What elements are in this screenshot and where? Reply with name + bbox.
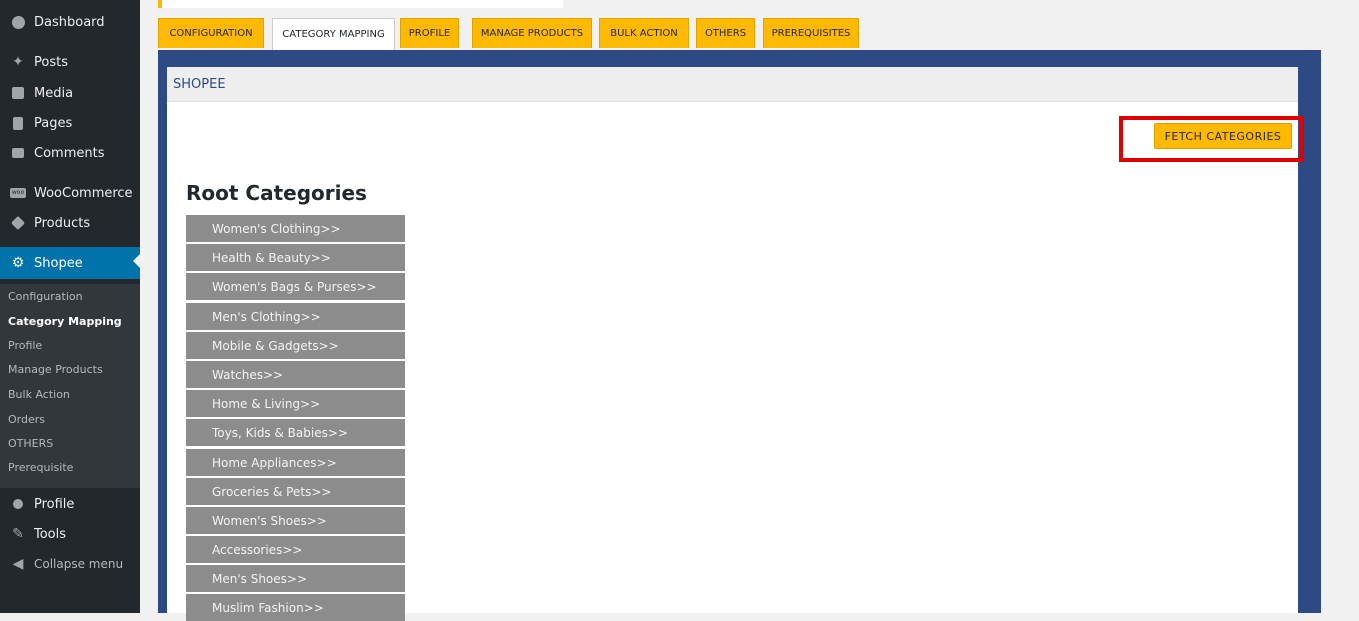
products-icon (8, 214, 28, 232)
root-categories-title: Root Categories (186, 181, 367, 205)
submenu-profile[interactable]: Profile (8, 339, 42, 352)
menu-woocommerce[interactable]: woo WooCommerce (0, 179, 140, 207)
menu-dashboard-label: Dashboard (34, 14, 105, 30)
user-icon (8, 495, 28, 513)
category-item[interactable]: Women's Bags & Purses>> (186, 273, 405, 300)
menu-pages[interactable]: Pages (0, 109, 140, 137)
menu-media[interactable]: Media (0, 79, 140, 107)
menu-products[interactable]: Products (0, 209, 140, 237)
category-item[interactable]: Women's Clothing>> (186, 215, 405, 242)
menu-pages-label: Pages (34, 115, 73, 131)
panel-header: SHOPEE (167, 67, 1298, 102)
submenu-prerequisite[interactable]: Prerequisite (8, 461, 73, 474)
shopee-submenu: Configuration Category Mapping Profile M… (0, 284, 140, 488)
menu-tools-label: Tools (34, 526, 67, 542)
submenu-manage-products[interactable]: Manage Products (8, 363, 103, 376)
category-item[interactable]: Watches>> (186, 361, 405, 388)
menu-posts-label: Posts (34, 54, 68, 70)
tab-category-mapping[interactable]: CATEGORY MAPPING (272, 18, 395, 50)
content-frame: SHOPEE FETCH CATEGORIES Root Categories … (158, 50, 1321, 621)
dashboard-icon (8, 13, 28, 31)
pin-icon: ✦ (12, 54, 24, 70)
menu-profile[interactable]: Profile (0, 490, 140, 518)
category-item[interactable]: Home & Living>> (186, 390, 405, 417)
collapse-icon: ◀ (12, 556, 24, 572)
tab-manage-products[interactable]: MANAGE PRODUCTS (472, 18, 592, 48)
menu-comments[interactable]: Comments (0, 139, 140, 167)
wrench-icon: ✎ (12, 526, 24, 542)
submenu-orders[interactable]: Orders (8, 413, 45, 426)
shopee-panel: SHOPEE FETCH CATEGORIES Root Categories … (167, 67, 1304, 621)
menu-woocommerce-label: WooCommerce (34, 185, 133, 201)
menu-tools[interactable]: ✎ Tools (0, 520, 140, 548)
category-item[interactable]: Men's Clothing>> (186, 303, 405, 330)
woocommerce-icon: woo (10, 188, 26, 198)
tab-prerequisites[interactable]: PREREQUISITES (763, 18, 859, 48)
menu-collapse[interactable]: ◀ Collapse menu (0, 550, 140, 578)
menu-comments-label: Comments (34, 145, 105, 161)
menu-shopee-label: Shopee (34, 255, 83, 271)
menu-products-label: Products (34, 215, 91, 231)
tab-profile[interactable]: PROFILE (400, 18, 459, 48)
submenu-bulk-action[interactable]: Bulk Action (8, 388, 70, 401)
category-item[interactable]: Muslim Fashion>> (186, 594, 405, 621)
menu-collapse-label: Collapse menu (34, 557, 124, 571)
menu-media-label: Media (34, 85, 74, 101)
tab-others[interactable]: OTHERS (696, 18, 755, 48)
menu-shopee[interactable]: ⚙ Shopee (0, 247, 140, 279)
category-item[interactable]: Accessories>> (186, 536, 405, 563)
category-item[interactable]: Health & Beauty>> (186, 244, 405, 271)
gear-icon: ⚙ (11, 255, 25, 271)
category-item[interactable]: Women's Shoes>> (186, 507, 405, 534)
category-item[interactable]: Mobile & Gadgets>> (186, 332, 405, 359)
submenu-others[interactable]: OTHERS (8, 437, 53, 450)
comment-icon (8, 144, 28, 162)
media-icon (8, 84, 28, 102)
category-item[interactable]: Men's Shoes>> (186, 565, 405, 592)
menu-profile-label: Profile (34, 496, 75, 512)
submenu-configuration[interactable]: Configuration (8, 290, 83, 303)
menu-dashboard[interactable]: Dashboard (0, 8, 140, 36)
menu-posts[interactable]: ✦ Posts (0, 48, 140, 76)
pages-icon (8, 114, 28, 132)
category-item[interactable]: Groceries & Pets>> (186, 478, 405, 505)
tab-bulk-action[interactable]: BULK ACTION (599, 18, 689, 48)
category-item[interactable]: Toys, Kids & Babies>> (186, 419, 405, 446)
admin-sidebar: Dashboard ✦ Posts Media Pages Comments w… (0, 0, 140, 613)
admin-notice (158, 0, 563, 8)
category-item[interactable]: Home Appliances>> (186, 449, 405, 476)
fetch-categories-button[interactable]: FETCH CATEGORIES (1154, 123, 1292, 149)
submenu-category-mapping[interactable]: Category Mapping (8, 315, 122, 328)
tab-configuration[interactable]: CONFIGURATION (158, 18, 264, 48)
